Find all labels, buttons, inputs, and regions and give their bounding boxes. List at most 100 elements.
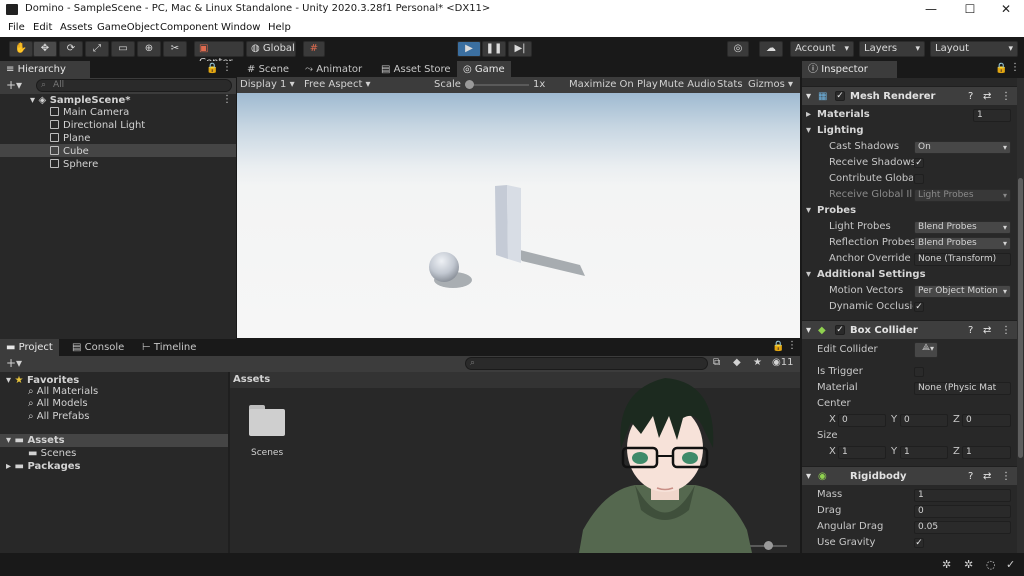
hidden-packages-icon[interactable]: ◉11 <box>772 357 793 368</box>
materials-row[interactable]: ▸ Materials 1 <box>802 107 1017 123</box>
add-object-button[interactable]: +▾ <box>6 78 22 92</box>
packages-folder[interactable]: ▸ ▬ Packages <box>6 460 80 473</box>
scale-tool-icon[interactable]: ⤢ <box>85 41 109 57</box>
size-y-field[interactable]: 1 <box>900 446 948 459</box>
mute-audio-toggle[interactable]: Mute Audio <box>659 79 716 90</box>
lock-icon[interactable]: 🔒 <box>995 63 1007 74</box>
list-item-selected[interactable]: Cube <box>50 145 89 158</box>
help-icon[interactable]: ? <box>968 321 973 340</box>
list-item[interactable]: Sphere <box>50 158 98 171</box>
global-space-button[interactable]: ◍ Global <box>246 41 296 57</box>
center-x-field[interactable]: 0 <box>838 414 886 427</box>
cast-shadows-dropdown[interactable]: On <box>914 141 1011 154</box>
scenes-folder-icon[interactable] <box>247 405 287 437</box>
star-icon[interactable]: ★ <box>753 357 762 368</box>
size-z-field[interactable]: 1 <box>962 446 1011 459</box>
menu-assets[interactable]: Assets <box>60 22 93 33</box>
component-menu-icon[interactable]: ⋮ <box>1001 467 1011 486</box>
hierarchy-search-input[interactable]: ⌕ All <box>36 79 232 92</box>
display-dropdown[interactable]: Display 1 ▾ <box>240 79 295 90</box>
help-icon[interactable]: ? <box>968 467 973 486</box>
move-tool-icon[interactable]: ✥ <box>33 41 57 57</box>
mass-field[interactable]: 1 <box>914 489 1011 502</box>
scale-slider-track[interactable] <box>465 84 529 86</box>
receive-shadows-checkbox[interactable]: ✓ <box>914 158 924 168</box>
list-item[interactable]: ⌕ All Prefabs <box>28 410 89 423</box>
check-icon[interactable]: ✓ <box>1006 558 1015 571</box>
account-dropdown[interactable]: Account <box>790 41 854 57</box>
component-menu-icon[interactable]: ⋮ <box>1001 87 1011 106</box>
preset-icon[interactable]: ⇄ <box>983 87 991 106</box>
edit-collider-button[interactable]: ⟁ <box>914 342 938 358</box>
motion-vectors-dropdown[interactable]: Per Object Motion <box>914 285 1011 298</box>
light-probes-dropdown[interactable]: Blend Probes <box>914 221 1011 234</box>
size-x-field[interactable]: 1 <box>838 446 886 459</box>
create-asset-button[interactable]: +▾ <box>6 356 22 370</box>
transform-tool-icon[interactable]: ⊕ <box>137 41 161 57</box>
maximize-button[interactable]: ☐ <box>950 1 990 18</box>
menu-help[interactable]: Help <box>268 22 291 33</box>
scene-options-icon[interactable]: ⋮ <box>222 94 232 105</box>
box-collider-enabled-checkbox[interactable]: ✓ <box>835 325 845 335</box>
physic-material-field[interactable]: None (Physic Mat <box>914 382 1011 395</box>
close-button[interactable]: ✕ <box>986 1 1024 18</box>
list-item[interactable]: Directional Light <box>50 119 145 132</box>
tab-project[interactable]: ▬ Project <box>0 339 59 356</box>
reflection-probes-dropdown[interactable]: Blend Probes <box>914 237 1011 250</box>
grid-snap-icon[interactable]: # <box>303 41 325 57</box>
list-item[interactable]: ⌕ All Models <box>28 397 88 410</box>
tab-hierarchy[interactable]: ≡ Hierarchy <box>0 61 90 78</box>
menu-file[interactable]: File <box>8 22 25 33</box>
rotate-tool-icon[interactable]: ⟳ <box>59 41 83 57</box>
more-options-icon[interactable]: ⋮ <box>222 62 232 73</box>
drag-field[interactable]: 0 <box>914 505 1011 518</box>
tab-game[interactable]: ◎ Game <box>457 61 511 78</box>
tab-scene[interactable]: # Scene <box>241 61 295 78</box>
probes-section[interactable]: ▾ Probes <box>802 203 1017 219</box>
play-button[interactable]: ▶ <box>457 41 481 57</box>
angular-drag-field[interactable]: 0.05 <box>914 521 1011 534</box>
menu-edit[interactable]: Edit <box>33 22 52 33</box>
help-icon[interactable]: ? <box>968 87 973 106</box>
preset-icon[interactable]: ⇄ <box>983 321 991 340</box>
aspect-dropdown[interactable]: Free Aspect ▾ <box>304 79 371 90</box>
hand-tool-icon[interactable]: ✋ <box>9 41 33 57</box>
tab-timeline[interactable]: ⊢ Timeline <box>136 339 202 356</box>
center-y-field[interactable]: 0 <box>900 414 948 427</box>
tab-animator[interactable]: ⤳ Animator <box>299 61 368 78</box>
menu-window[interactable]: Window <box>221 22 260 33</box>
inspector-scrollbar[interactable] <box>1017 78 1024 553</box>
materials-count-field[interactable]: 1 <box>973 109 1011 122</box>
gizmos-dropdown[interactable]: Gizmos ▾ <box>748 79 793 90</box>
scrollbar-thumb[interactable] <box>1018 178 1023 458</box>
bug-icon[interactable]: ✲ <box>964 558 973 571</box>
tab-console[interactable]: ▤ Console <box>66 339 130 356</box>
list-item[interactable]: Main Camera <box>50 106 129 119</box>
menu-gameobject[interactable]: GameObject <box>97 22 159 33</box>
rigidbody-header[interactable]: ▾ ◉ Rigidbody ? ⇄ ⋮ <box>802 466 1017 485</box>
preset-icon[interactable]: ⇄ <box>983 467 991 486</box>
more-options-icon[interactable]: ⋮ <box>1010 62 1020 73</box>
custom-tool-icon[interactable]: ✂ <box>163 41 187 57</box>
collab-icon[interactable]: ◎ <box>727 41 749 57</box>
icon-size-slider-handle[interactable] <box>764 541 773 550</box>
cloud-icon[interactable]: ☁ <box>759 41 783 57</box>
mesh-renderer-header[interactable]: ▾ ▦ ✓ Mesh Renderer ? ⇄ ⋮ <box>802 86 1017 105</box>
dynamic-occlusion-checkbox[interactable]: ✓ <box>914 302 924 312</box>
assets-folder[interactable]: ▾ ▬ Assets <box>6 434 65 447</box>
split-divider[interactable] <box>228 372 230 553</box>
game-view-viewport[interactable] <box>237 93 800 338</box>
label-icon[interactable]: ◆ <box>733 357 741 368</box>
pivot-center-button[interactable]: ▣ Center <box>194 41 244 68</box>
step-button[interactable]: ▶| <box>508 41 532 57</box>
additional-settings-section[interactable]: ▾ Additional Settings <box>802 267 1017 283</box>
maximize-on-play-toggle[interactable]: Maximize On Play <box>569 79 658 90</box>
tab-asset-store[interactable]: ▤ Asset Store <box>375 61 457 78</box>
lock-icon[interactable]: 🔒 <box>772 341 784 352</box>
contribute-gi-checkbox[interactable] <box>914 174 924 184</box>
minimize-button[interactable]: — <box>911 1 951 18</box>
is-trigger-checkbox[interactable] <box>914 367 924 377</box>
stats-toggle[interactable]: Stats <box>717 79 743 90</box>
box-collider-header[interactable]: ▾ ◆ ✓ Box Collider ? ⇄ ⋮ <box>802 320 1017 339</box>
filter-type-icon[interactable]: ⧉ <box>713 357 720 368</box>
